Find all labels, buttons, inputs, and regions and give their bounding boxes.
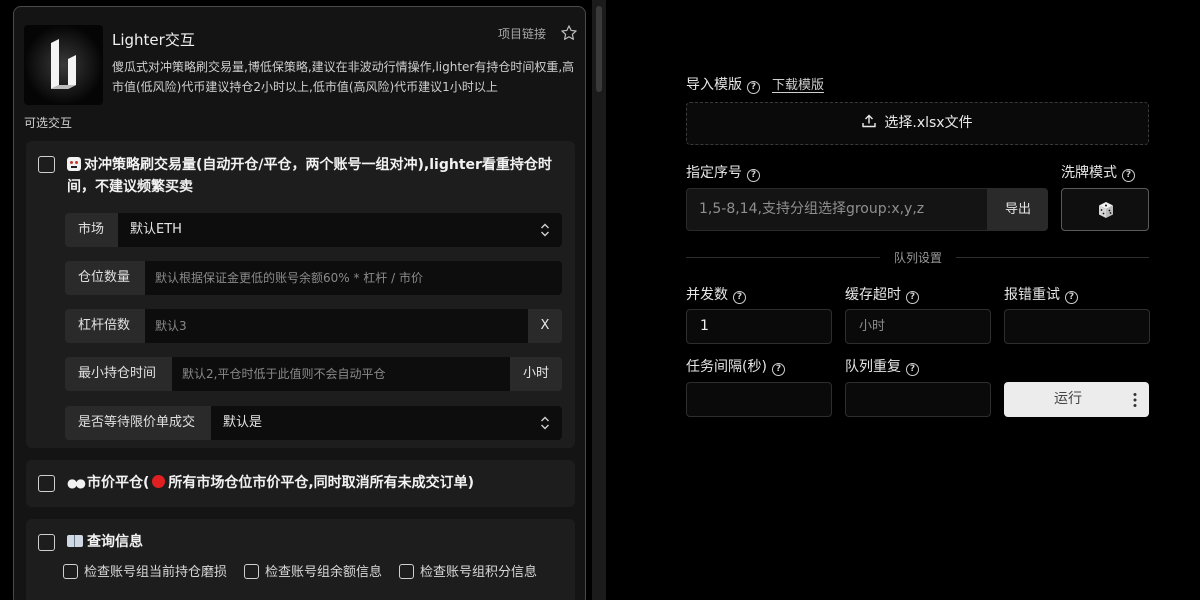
hedge-strategy-card: 对冲策略刷交易量(自动开仓/平仓，两个账号一组对冲),lighter看重持仓时间… [26, 141, 575, 448]
eyes-icon: ●● [67, 476, 86, 490]
app-title: Lighter交互 [112, 31, 195, 49]
more-vertical-icon[interactable] [1133, 392, 1137, 408]
error-retry-input[interactable] [1004, 309, 1150, 344]
check-balance-info[interactable]: 检查账号组余额信息 [244, 561, 382, 580]
wait-limit-order-field: 是否等待限价单成交 默认是 [65, 406, 562, 440]
error-retry-label: 报错重试? [1004, 284, 1078, 304]
cache-timeout-input[interactable]: 小时 [845, 309, 991, 344]
hedge-strategy-checkbox[interactable] [38, 156, 55, 173]
leverage-input[interactable]: 默认3 [145, 309, 528, 343]
check-balance-info-checkbox[interactable] [244, 564, 259, 579]
hedge-strategy-title: 对冲策略刷交易量(自动开仓/平仓，两个账号一组对冲),lighter看重持仓时间… [67, 157, 552, 195]
market-select[interactable]: 默认ETH [118, 213, 562, 247]
wait-limit-order-label: 是否等待限价单成交 [78, 415, 196, 430]
min-hold-time-suffix: 小时 [510, 357, 562, 391]
export-button[interactable]: 导出 [988, 188, 1048, 231]
chevron-updown-icon [541, 223, 549, 237]
task-interval-input[interactable] [686, 382, 832, 417]
query-info-card: 查询信息 [26, 519, 575, 600]
help-icon[interactable]: ? [771, 363, 785, 376]
check-position-wear-checkbox[interactable] [63, 564, 78, 579]
sequence-input[interactable]: 1,5-8,14,支持分组选择group:x,y,z [686, 188, 988, 231]
help-icon[interactable]: ? [733, 291, 746, 304]
dice-icon [1099, 202, 1113, 218]
app-header: Lighter交互 项目链接 傻瓜式对冲策略刷交易量,博低保策略,建议在非波动行… [24, 17, 579, 107]
position-size-label: 仓位数量 [78, 270, 131, 285]
cache-timeout-label: 缓存超时? [845, 284, 919, 304]
queue-settings-label: 队列设置 [893, 251, 942, 265]
query-info-checkbox[interactable] [38, 534, 55, 551]
upload-icon [862, 114, 877, 128]
star-icon[interactable] [560, 24, 578, 42]
app-description: 傻瓜式对冲策略刷交易量,博低保策略,建议在非波动行情操作,lighter有持仓时… [112, 60, 575, 94]
help-icon[interactable]: ? [747, 81, 760, 94]
shuffle-mode-label: 洗牌模式? [1061, 162, 1135, 182]
help-icon[interactable]: ? [1122, 169, 1135, 182]
optional-interactions-label: 可选交互 [24, 116, 73, 130]
red-circle-icon [152, 475, 166, 488]
left-panel: Lighter交互 项目链接 傻瓜式对冲策略刷交易量,博低保策略,建议在非波动行… [13, 6, 586, 600]
min-hold-time-input[interactable]: 默认2,平仓时低于此值则不会自动平仓 [172, 357, 510, 391]
upload-file-button[interactable]: 选择.xlsx文件 [686, 102, 1149, 145]
leverage-field: 杠杆倍数 默认3 X [65, 309, 562, 343]
market-field: 市场 默认ETH [65, 213, 562, 247]
wait-limit-order-select[interactable]: 默认是 [211, 406, 562, 440]
queue-repeat-input[interactable] [845, 382, 991, 417]
download-template-link[interactable]: 下载模版 [772, 74, 824, 93]
leverage-label: 杠杆倍数 [78, 318, 131, 333]
check-points-info[interactable]: 检查账号组积分信息 [399, 561, 537, 580]
divider-right [956, 257, 1149, 258]
check-points-info-checkbox[interactable] [399, 564, 414, 579]
book-icon [67, 535, 83, 547]
scrollbar-thumb[interactable] [596, 6, 602, 92]
check-position-wear[interactable]: 检查账号组当前持仓磨损 [63, 561, 227, 580]
robot-face-icon [67, 157, 81, 171]
market-close-card: ●● 市价平仓(所有市场仓位市价平仓,同时取消所有未成交订单) [26, 460, 575, 507]
query-info-title: 查询信息 [67, 531, 143, 553]
shuffle-mode-button[interactable] [1061, 188, 1149, 231]
market-close-title: ●● 市价平仓(所有市场仓位市价平仓,同时取消所有未成交订单) [67, 472, 567, 494]
leverage-suffix: X [528, 309, 562, 343]
min-hold-time-label: 最小持仓时间 [78, 366, 157, 381]
chevron-updown-icon [541, 416, 549, 430]
divider-left [686, 257, 880, 258]
task-interval-label: 任务间隔(秒)? [686, 356, 785, 376]
concurrency-input[interactable]: 1 [686, 309, 832, 344]
import-template-label: 导入模版? [686, 74, 760, 94]
queue-repeat-label: 队列重复? [845, 356, 919, 376]
market-close-checkbox[interactable] [38, 475, 55, 492]
help-icon[interactable]: ? [906, 291, 919, 304]
position-size-field: 仓位数量 默认根据保证金更低的账号余额60% * 杠杆 / 市价 [65, 261, 562, 295]
help-icon[interactable]: ? [747, 169, 760, 182]
position-size-input[interactable]: 默认根据保证金更低的账号余额60% * 杠杆 / 市价 [145, 261, 562, 295]
help-icon[interactable]: ? [1065, 291, 1078, 304]
help-icon[interactable]: ? [906, 363, 919, 376]
market-label: 市场 [78, 222, 105, 237]
project-link[interactable]: 项目链接 [498, 25, 546, 42]
logo-icon [24, 25, 103, 105]
sequence-label: 指定序号? [686, 162, 760, 182]
concurrency-label: 并发数? [686, 284, 746, 304]
min-hold-time-field: 最小持仓时间 默认2,平仓时低于此值则不会自动平仓 小时 [65, 357, 562, 391]
run-button[interactable]: 运行 [1004, 382, 1149, 417]
